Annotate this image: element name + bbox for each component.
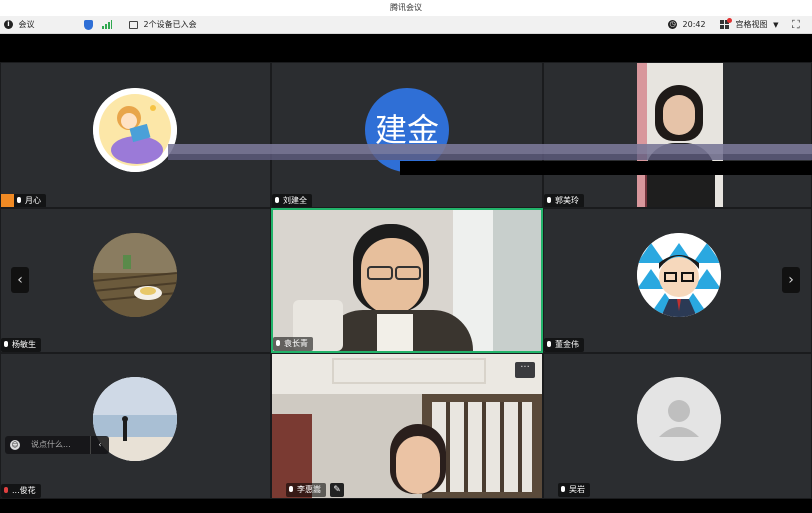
avatar	[637, 377, 721, 461]
previous-page-button[interactable]: ‹	[11, 267, 29, 293]
participant-name: 郭美玲	[555, 196, 579, 205]
view-switch-button[interactable]: 宫格视图 ▼	[720, 16, 778, 34]
participant-nameplate: ...俊花	[1, 484, 41, 498]
participant-name: 杨敏生	[12, 340, 36, 349]
chevron-left-icon[interactable]: ‹	[90, 436, 109, 454]
meeting-info-button[interactable]: i 会议	[4, 16, 35, 34]
devices-status-text: 2个设备已入会	[143, 20, 197, 29]
participant-name: 李惠嵩	[297, 485, 321, 494]
next-page-button[interactable]: ›	[782, 267, 800, 293]
participant-nameplate: 刘建全	[272, 194, 312, 207]
info-icon: i	[4, 20, 13, 29]
participant-tile[interactable]: 建金 刘建全	[271, 62, 543, 208]
participant-nameplate: 杨敏生	[1, 338, 41, 352]
participant-nameplate: 袁长青	[273, 337, 313, 351]
participant-tile[interactable]: 吴岩	[543, 353, 812, 499]
bottom-black-band	[0, 499, 812, 513]
participant-nameplate: 月心	[1, 194, 46, 207]
participant-name: 董金伟	[555, 340, 579, 349]
meeting-label: 会议	[18, 20, 35, 29]
participant-tile[interactable]: 董金伟	[543, 208, 812, 353]
meeting-toolbar: i 会议 2个设备已入会 ◷ 20:42 宫格视图 ▼ ⛶	[0, 16, 812, 34]
participant-tile[interactable]: 杨敏生	[0, 208, 271, 353]
chat-placeholder: 说点什么...	[31, 440, 71, 449]
pencil-icon: ✎	[333, 485, 341, 495]
avatar	[93, 233, 177, 317]
window-title: 腾讯会议	[390, 3, 422, 12]
participant-video	[273, 210, 541, 351]
emoji-icon[interactable]: ☺	[10, 440, 20, 450]
mic-icon	[547, 340, 551, 347]
render-artifact	[168, 154, 812, 160]
participant-tile[interactable]: ··· 李惠嵩 ✎	[271, 353, 543, 499]
meeting-timer: ◷ 20:42	[668, 16, 706, 34]
participant-tile[interactable]: ...俊花	[0, 353, 271, 499]
participant-video	[272, 354, 542, 498]
mic-icon	[289, 485, 293, 492]
participant-nameplate: 董金伟	[544, 338, 584, 352]
render-artifact	[168, 144, 812, 154]
participant-nameplate: 郭美玲	[544, 194, 584, 207]
host-badge	[1, 194, 14, 207]
mic-icon	[4, 340, 8, 347]
grid-view-icon	[720, 17, 732, 30]
avatar	[637, 233, 721, 317]
fullscreen-icon: ⛶	[792, 18, 800, 31]
timer-text: 20:42	[682, 20, 706, 29]
participant-nameplate: 李惠嵩	[286, 483, 326, 497]
window-title-bar: 腾讯会议	[0, 0, 812, 16]
devices-status-button[interactable]: 2个设备已入会	[129, 16, 197, 34]
participant-video	[637, 63, 723, 207]
participant-tile[interactable]: 郭美玲	[543, 62, 812, 208]
top-black-band	[0, 34, 812, 62]
render-artifact	[400, 161, 812, 175]
shield-icon	[84, 19, 93, 30]
annotate-button[interactable]: ✎	[330, 483, 344, 497]
participant-tile[interactable]: 月心	[0, 62, 271, 208]
mic-icon	[275, 196, 279, 203]
signal-icon	[102, 20, 112, 29]
participant-name: 月心	[25, 196, 41, 205]
participant-name: 袁长青	[284, 339, 308, 348]
mic-icon	[547, 196, 551, 203]
chevron-left-icon: ‹	[17, 272, 23, 288]
view-label: 宫格视图	[735, 20, 768, 29]
network-status[interactable]	[102, 16, 112, 34]
clock-icon: ◷	[668, 20, 677, 29]
participant-name: ...俊花	[12, 486, 36, 495]
mic-muted-icon	[4, 486, 8, 493]
security-button[interactable]	[84, 16, 93, 34]
participant-name: 刘建全	[283, 196, 307, 205]
chevron-right-icon: ›	[788, 272, 794, 288]
mic-icon	[17, 196, 21, 203]
more-options-button[interactable]: ···	[515, 362, 535, 378]
more-icon: ···	[520, 362, 530, 373]
chevron-down-icon: ▼	[773, 21, 779, 29]
devices-icon	[129, 20, 138, 29]
participant-tile-active-speaker[interactable]: 袁长青	[271, 208, 543, 353]
chat-input-bar[interactable]: ☺ 说点什么... ‹	[5, 436, 109, 454]
mic-icon	[276, 339, 280, 346]
participant-nameplate: 吴岩	[558, 483, 590, 497]
avatar	[93, 88, 177, 172]
fullscreen-button[interactable]: ⛶	[792, 16, 800, 34]
mic-icon	[561, 485, 565, 492]
participant-name: 吴岩	[569, 485, 585, 494]
